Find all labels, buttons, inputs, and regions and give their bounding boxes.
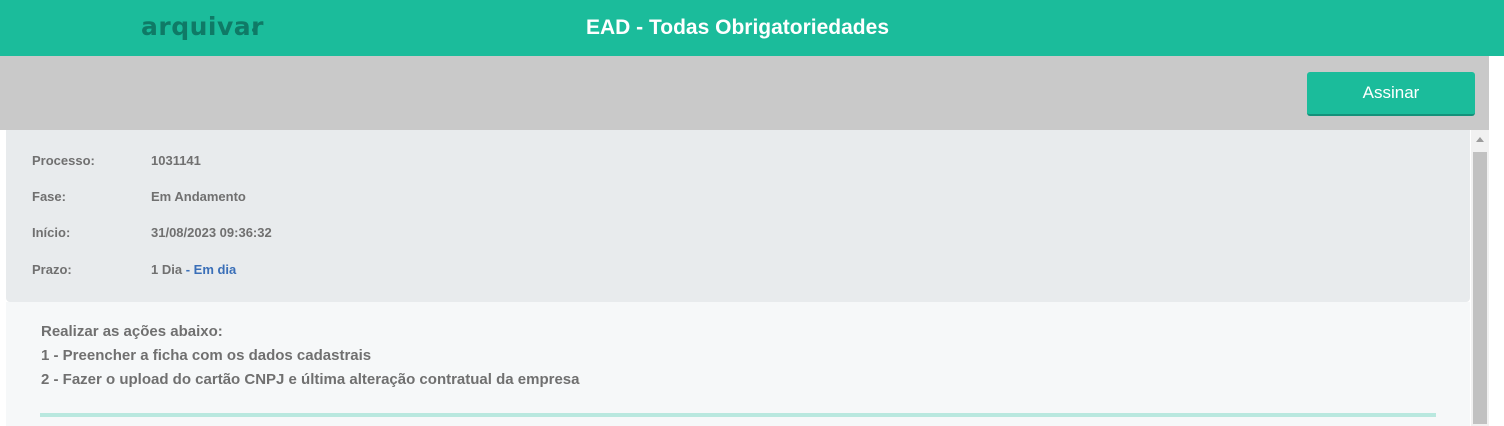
process-row: Processo: 1031141	[32, 153, 632, 171]
deadline-value: 1 Dia	[151, 262, 183, 277]
start-value: 31/08/2023 09:36:32	[151, 225, 272, 240]
app-header: arquivar EAD - Todas Obrigatoriedades	[0, 0, 1504, 56]
phase-value: Em Andamento	[151, 189, 246, 204]
start-label: Início:	[32, 225, 71, 240]
process-label: Processo:	[32, 153, 95, 168]
sign-button[interactable]: Assinar	[1307, 72, 1475, 116]
deadline-status-link[interactable]: - Em dia	[186, 262, 237, 277]
process-value: 1031141	[151, 153, 201, 168]
instruction-item: 2 - Fazer o upload do cartão CNPJ e últi…	[41, 371, 580, 388]
process-info-panel: Processo: 1031141 Fase: Em Andamento Iní…	[6, 130, 1470, 302]
start-row: Início: 31/08/2023 09:36:32	[32, 225, 632, 243]
instruction-item: 1 - Preencher a ficha com os dados cadas…	[41, 347, 372, 364]
deadline-value-group: 1 Dia - Em dia	[151, 262, 236, 277]
page-title: EAD - Todas Obrigatoriedades	[586, 16, 889, 39]
deadline-label: Prazo:	[32, 262, 72, 277]
logo-mark	[252, 28, 256, 32]
content-area: Processo: 1031141 Fase: Em Andamento Iní…	[0, 130, 1489, 426]
phase-label: Fase:	[32, 189, 66, 204]
phase-row: Fase: Em Andamento	[32, 189, 632, 207]
vertical-scrollbar[interactable]	[1471, 130, 1489, 426]
logo: arquivar	[141, 12, 264, 41]
section-divider	[40, 413, 1436, 417]
scroll-up-arrow-icon[interactable]	[1471, 130, 1489, 148]
instructions-panel: Realizar as ações abaixo: 1 - Preencher …	[6, 302, 1470, 426]
scrollbar-thumb[interactable]	[1473, 152, 1487, 424]
page-edge	[1489, 56, 1504, 426]
action-toolbar: Assinar	[0, 56, 1504, 130]
instructions-heading: Realizar as ações abaixo:	[41, 323, 223, 340]
deadline-row: Prazo: 1 Dia - Em dia	[32, 262, 632, 280]
